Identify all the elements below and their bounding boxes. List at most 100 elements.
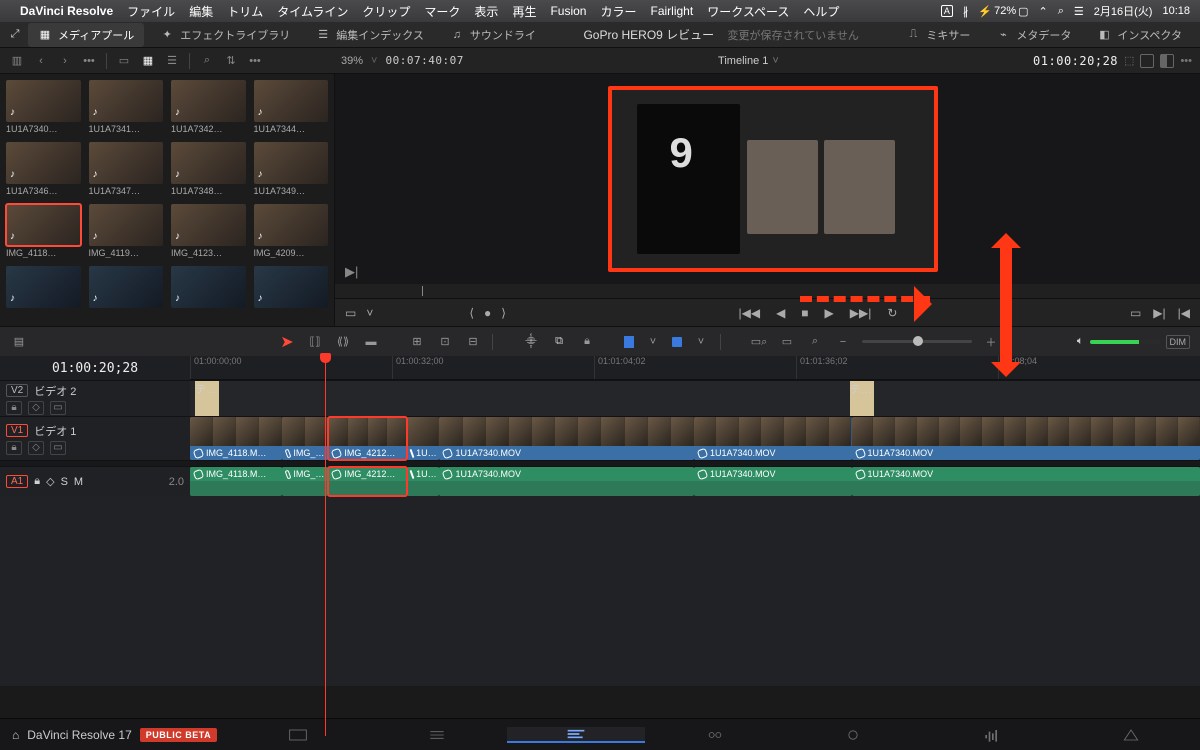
keyframe-icon[interactable]: ● [484, 306, 491, 320]
panel-metadata[interactable]: ⌁メタデータ [986, 23, 1081, 47]
menu-playback[interactable]: 再生 [512, 3, 536, 20]
panel-media-pool[interactable]: ▦メディアプール [28, 23, 144, 47]
track-index[interactable]: V1 [6, 424, 28, 437]
app-name[interactable]: DaVinci Resolve [20, 4, 113, 18]
menu-view[interactable]: 表示 [474, 3, 498, 20]
page-cut[interactable] [368, 727, 507, 743]
menu-fusion[interactable]: Fusion [550, 4, 586, 18]
time[interactable]: 10:18 [1162, 5, 1190, 17]
auto-select-icon[interactable]: ◇ [28, 401, 44, 415]
nav-fwd-icon[interactable]: › [56, 54, 74, 68]
media-clip[interactable]: ♪1U1A7349… [254, 142, 329, 196]
track-index[interactable]: A1 [6, 475, 28, 488]
menu-fairlight[interactable]: Fairlight [651, 4, 694, 18]
lock-icon[interactable]: 🔒︎ [6, 441, 22, 455]
disable-video-icon[interactable]: ▭ [50, 401, 66, 415]
menu-workspace[interactable]: ワークスペース [707, 3, 789, 20]
solo-button[interactable]: S [61, 476, 68, 488]
marker-icon[interactable] [672, 337, 682, 347]
track-header-a1[interactable]: A1 🔒︎ ◇ S M 2.0 [0, 467, 190, 496]
timeline-clip[interactable]: 1U… [407, 417, 439, 460]
view-list-icon[interactable]: ☰ [163, 54, 181, 68]
panel-edit-index[interactable]: ☰編集インデックス [306, 23, 434, 47]
marker-clip[interactable]: テ… [850, 381, 874, 416]
menu-edit[interactable]: 編集 [189, 3, 213, 20]
view-filmstrip-icon[interactable]: ▭ [115, 54, 133, 68]
timeline-clip[interactable]: IMG_4118.M… [190, 467, 282, 496]
crop-icon[interactable]: ▭ [345, 306, 356, 320]
chevron-down-icon[interactable]: ˅ [366, 306, 373, 320]
media-clip[interactable]: ♪ [89, 266, 164, 310]
match-frame-icon[interactable]: ▭ [1130, 306, 1141, 320]
auto-select-icon[interactable]: ◇ [46, 475, 54, 488]
panel-mixer[interactable]: ⎍ミキサー [896, 23, 980, 47]
page-fairlight[interactable] [923, 727, 1062, 743]
dual-viewer-icon[interactable] [1160, 54, 1174, 68]
overwrite-icon[interactable]: ⊡ [436, 335, 454, 348]
play-reverse-icon[interactable]: ◀ [776, 306, 785, 320]
timeline-name[interactable]: Timeline 1 [718, 55, 768, 67]
volume-slider[interactable] [1090, 340, 1160, 344]
timeline-clip[interactable]: IMG_… [282, 467, 328, 496]
page-fusion[interactable] [645, 727, 784, 743]
timeline-view-options-icon[interactable]: ▤ [10, 335, 28, 348]
media-clip[interactable]: ♪ [254, 266, 329, 310]
media-clip[interactable]: ♪IMG_4119… [89, 204, 164, 258]
timeline-clip[interactable]: 1U1A7340.MOV [852, 417, 1200, 460]
stop-icon[interactable]: ■ [801, 306, 808, 320]
next-keyframe-icon[interactable]: ⟩ [501, 306, 506, 320]
menu-help[interactable]: ヘルプ [803, 3, 839, 20]
timeline-clip[interactable]: IMG_4118.M… [190, 417, 282, 460]
media-clip[interactable]: ♪1U1A7340… [6, 80, 81, 134]
input-source-icon[interactable]: A [941, 5, 953, 17]
link-icon[interactable]: ⧉ [550, 335, 568, 348]
wifi-icon[interactable]: ⌃ [1039, 5, 1048, 18]
track-header-v2[interactable]: V2ビデオ 2 🔒︎◇▭ [0, 381, 190, 416]
media-clip[interactable]: ♪1U1A7342… [171, 80, 246, 134]
search-icon[interactable]: ⌕ [198, 54, 216, 68]
zoom-fit-icon[interactable]: ▭⌕ [750, 335, 768, 349]
bypass-icon[interactable]: ⬚ [1124, 54, 1134, 67]
bluetooth-icon[interactable]: ∦ [963, 5, 969, 18]
playhead[interactable] [325, 356, 326, 736]
single-viewer-icon[interactable] [1140, 54, 1154, 68]
menu-timeline[interactable]: タイムライン [277, 3, 348, 20]
lock-icon[interactable]: 🔒︎ [6, 401, 22, 415]
date[interactable]: 2月16日(火) [1094, 3, 1153, 19]
source-zoom[interactable]: 39% [341, 55, 363, 67]
track-v2[interactable]: テ… テ… [190, 381, 1200, 416]
chevron-down-icon[interactable]: ˅ [644, 336, 662, 348]
panel-sound-library[interactable]: ♫サウンドライ [440, 23, 546, 47]
view-thumb-icon[interactable]: ▦ [139, 54, 157, 68]
marker-clip[interactable]: テ… [195, 381, 219, 416]
chevron-down-icon[interactable]: ˅ [772, 55, 778, 67]
home-icon[interactable]: ⌂ [12, 728, 19, 742]
loop-icon[interactable]: ↻ [887, 306, 897, 320]
play-icon[interactable]: ▶ [825, 306, 834, 320]
timeline-clip[interactable]: 1U1A7340.MOV [439, 467, 694, 496]
dim-button[interactable]: DIM [1166, 335, 1191, 349]
sidebar-toggle-icon[interactable]: ▥ [8, 54, 26, 68]
trim-tool-icon[interactable]: ⟦⟧ [306, 335, 324, 348]
sort-icon[interactable]: ⇅ [222, 54, 240, 68]
prev-clip-icon[interactable]: |◀ [1178, 306, 1190, 320]
zoom-out-icon[interactable]: − [834, 336, 852, 348]
zoom-in-icon[interactable]: ＋ [982, 334, 1000, 350]
selection-tool-icon[interactable]: ➤ [278, 332, 296, 352]
control-center-icon[interactable]: ☰ [1074, 5, 1084, 18]
panel-effects[interactable]: ✦エフェクトライブラリ [150, 23, 300, 47]
timeline-clip[interactable]: 1U… [407, 467, 439, 496]
custom-zoom-icon[interactable]: ⌕ [806, 335, 824, 348]
dynamic-trim-icon[interactable]: ⟪⟫ [334, 335, 352, 348]
options-icon[interactable]: ••• [246, 54, 264, 68]
media-clip[interactable]: ♪ [171, 266, 246, 310]
media-clip[interactable]: ♪ [6, 266, 81, 310]
jump-next-edit-icon[interactable]: ▶| [345, 264, 358, 280]
go-end-icon[interactable]: ▶▶| [850, 306, 872, 320]
source-timecode[interactable]: 00:07:40:07 [385, 54, 463, 67]
zoom-slider[interactable] [862, 340, 972, 343]
mute-icon[interactable]: 🔈︎ [1077, 335, 1084, 348]
timeline-clip[interactable]: IMG_4212… [328, 417, 407, 460]
media-clip[interactable]: ♪IMG_4123… [171, 204, 246, 258]
timeline-ruler[interactable]: 01:00:00;0001:00:32;0001:01:04;0201:01:3… [190, 356, 1200, 380]
